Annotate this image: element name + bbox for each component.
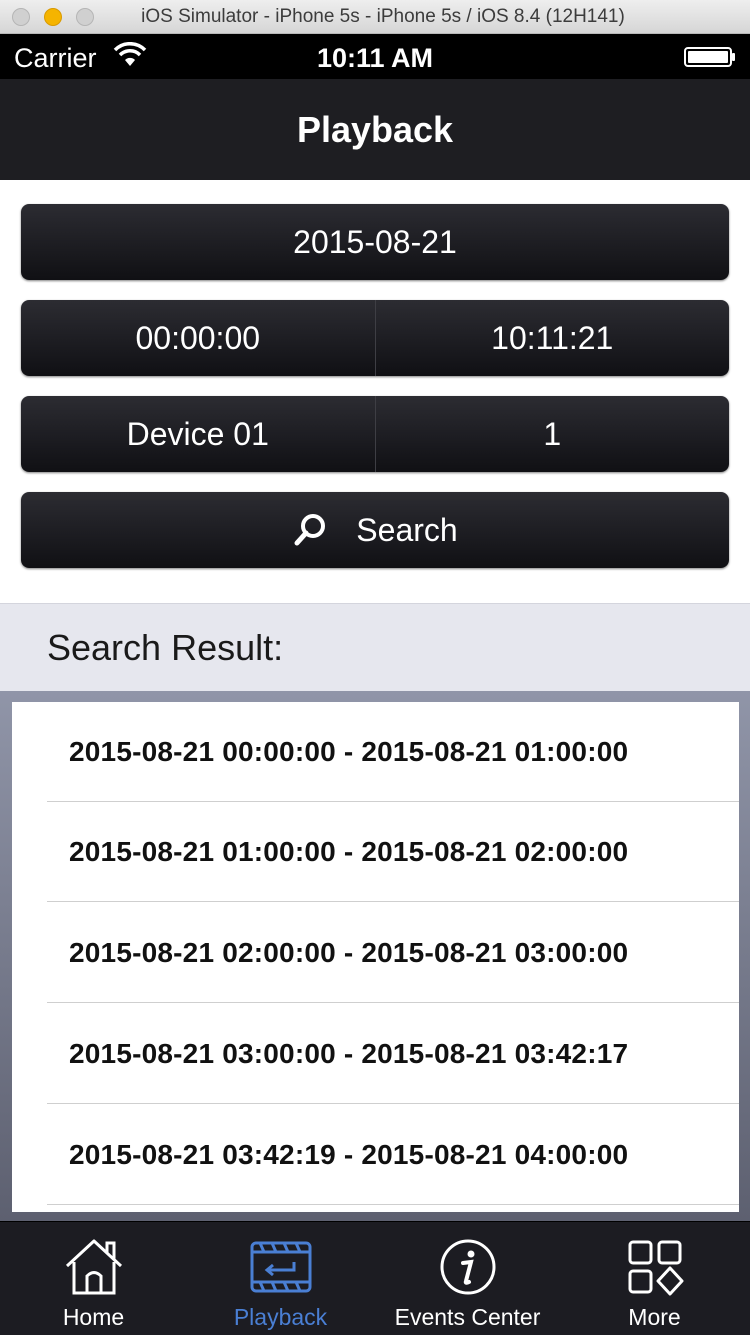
start-time-label: 00:00:00 <box>135 319 261 356</box>
result-row[interactable]: 2015-08-21 03:00:00 - 2015-08-21 03:42:1… <box>47 1004 739 1104</box>
tab-home-label: Home <box>62 1304 125 1330</box>
search-result-title: Search Result: <box>47 627 284 668</box>
channel-select-button[interactable]: 1 <box>376 396 730 472</box>
search-label: Search <box>356 511 458 548</box>
battery-icon <box>684 47 735 67</box>
date-picker-button[interactable]: 2015-08-21 <box>21 204 729 280</box>
search-icon <box>294 514 326 546</box>
device-select-button[interactable]: Device 01 <box>21 396 376 472</box>
tab-home[interactable]: Home <box>0 1222 187 1335</box>
navigation-bar: Playback <box>0 79 750 180</box>
result-row-label: 2015-08-21 03:00:00 - 2015-08-21 03:42:1… <box>69 1038 629 1069</box>
more-icon <box>628 1240 683 1296</box>
channel-label: 1 <box>543 415 562 452</box>
simulator-title: iOS Simulator - iPhone 5s - iPhone 5s / … <box>141 6 625 27</box>
status-time: 10:11 AM <box>316 43 434 73</box>
result-row-label: 2015-08-21 00:00:00 - 2015-08-21 01:00:0… <box>69 736 629 767</box>
end-time-label: 10:11:21 <box>491 319 614 356</box>
tab-more[interactable]: More <box>561 1222 748 1335</box>
search-result-header: Search Result: <box>0 603 750 691</box>
start-time-button[interactable]: 00:00:00 <box>21 300 376 376</box>
time-range-control: 00:00:00 10:11:21 <box>21 300 729 376</box>
result-list[interactable]: 2015-08-21 00:00:00 - 2015-08-21 01:00:0… <box>12 702 739 1212</box>
tab-more-label: More <box>628 1304 681 1330</box>
tab-playback[interactable]: Playback <box>187 1222 374 1335</box>
search-button[interactable]: Search <box>21 492 729 568</box>
result-row[interactable]: 2015-08-21 02:00:00 - 2015-08-21 03:00:0… <box>47 903 739 1003</box>
status-bar: Carrier 10:11 AM <box>0 34 750 79</box>
result-row-label: 2015-08-21 03:42:19 - 2015-08-21 04:00:0… <box>69 1139 629 1170</box>
result-row[interactable]: 2015-08-21 03:42:19 - 2015-08-21 04:00:0… <box>47 1105 739 1205</box>
device-label: Device 01 <box>126 415 269 452</box>
tab-bar: Home Playback Events Center More <box>0 1221 750 1335</box>
home-icon <box>65 1239 122 1295</box>
page-title: Playback <box>296 109 454 150</box>
result-frame: 2015-08-21 00:00:00 - 2015-08-21 01:00:0… <box>0 691 750 1221</box>
result-row[interactable]: 2015-08-21 01:00:00 - 2015-08-21 02:00:0… <box>47 802 739 902</box>
end-time-button[interactable]: 10:11:21 <box>376 300 730 376</box>
result-row[interactable]: 2015-08-21 00:00:00 - 2015-08-21 01:00:0… <box>47 702 739 802</box>
info-icon <box>440 1239 495 1295</box>
result-row-label: 2015-08-21 01:00:00 - 2015-08-21 02:00:0… <box>69 836 629 867</box>
playback-icon <box>250 1241 311 1293</box>
result-row-label: 2015-08-21 02:00:00 - 2015-08-21 03:00:0… <box>69 937 629 968</box>
tab-events-center-label: Events Center <box>394 1304 541 1330</box>
tab-playback-label: Playback <box>233 1304 328 1330</box>
device-channel-control: Device 01 1 <box>21 396 729 472</box>
simulator-title-bar: iOS Simulator - iPhone 5s - iPhone 5s / … <box>0 0 750 34</box>
date-label: 2015-08-21 <box>293 223 457 260</box>
tab-events-center[interactable]: Events Center <box>374 1222 561 1335</box>
